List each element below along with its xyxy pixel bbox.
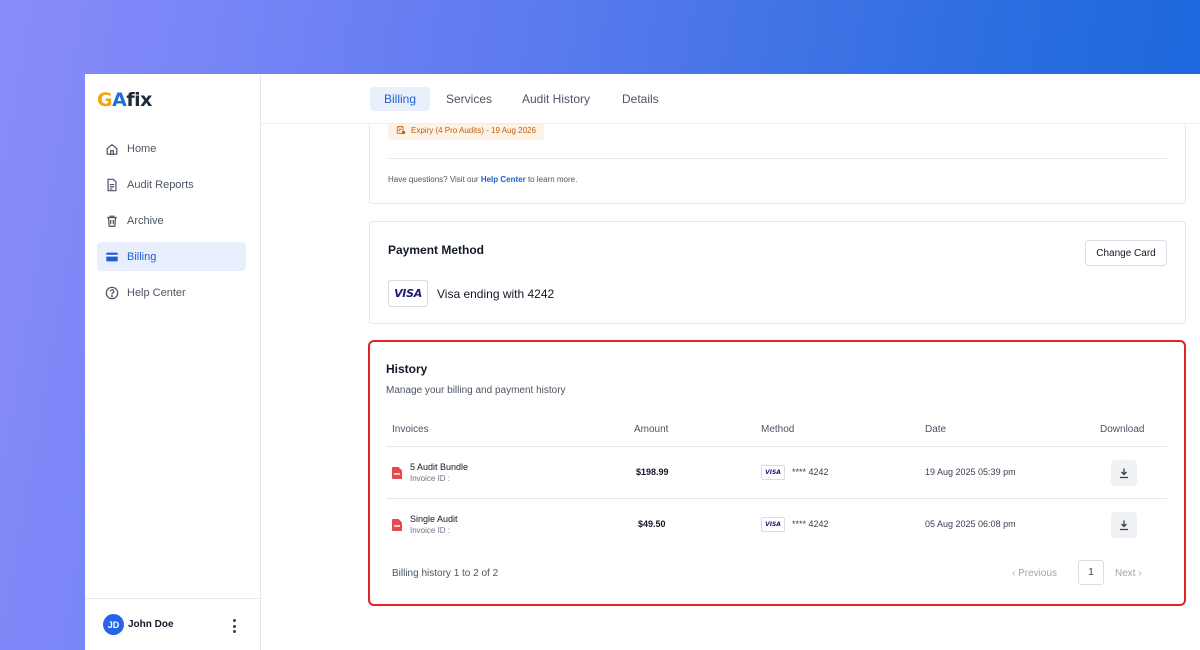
table-header: Invoices Amount Method Date Download <box>386 413 1167 447</box>
invoice-amount: $49.50 <box>638 519 666 529</box>
invoice-date: 05 Aug 2025 06:08 pm <box>925 519 1016 529</box>
page-number-button[interactable]: 1 <box>1078 560 1104 585</box>
sidebar-nav: Home Audit Reports Archive Billing Help … <box>97 134 246 314</box>
sidebar-item-audit-reports[interactable]: Audit Reports <box>97 170 246 199</box>
next-page-button[interactable]: Next › <box>1115 568 1142 579</box>
sidebar-item-label: Billing <box>127 250 157 263</box>
history-card: History Manage your billing and payment … <box>368 340 1186 606</box>
visa-logo-text: VISA <box>765 521 781 528</box>
divider <box>388 158 1167 159</box>
logo-g: G <box>97 89 113 111</box>
tab-audit-history[interactable]: Audit History <box>508 87 604 111</box>
column-header-amount: Amount <box>634 424 669 435</box>
column-header-invoices: Invoices <box>392 424 429 435</box>
invoice-name: Single Audit <box>410 514 458 524</box>
expiry-text: Expiry (4 Pro Audits) - 19 Aug 2026 <box>411 125 536 135</box>
previous-page-button[interactable]: ‹ Previous <box>1012 568 1057 579</box>
sidebar-item-label: Home <box>127 142 157 155</box>
sidebar: GAfix Home Audit Reports Archive Billing… <box>85 74 261 650</box>
logo[interactable]: GAfix <box>97 88 152 112</box>
help-text: Have questions? Visit our Help Center to… <box>388 175 577 184</box>
billing-table: Invoices Amount Method Date Download 5 A… <box>386 413 1167 551</box>
download-button[interactable] <box>1111 512 1137 538</box>
column-header-download: Download <box>1100 424 1145 435</box>
home-icon <box>105 142 119 156</box>
pdf-file-icon <box>392 467 402 479</box>
table-row: Single Audit Invoice ID : $49.50 VISA **… <box>386 499 1167 551</box>
tab-bar: Billing Services Audit History Details <box>261 74 1200 124</box>
payment-method-title: Payment Method <box>388 243 485 257</box>
more-options-icon[interactable] <box>231 619 237 633</box>
sidebar-item-help-center[interactable]: Help Center <box>97 278 246 307</box>
visa-logo: VISA <box>388 280 428 307</box>
help-suffix: to learn more. <box>527 175 578 184</box>
visa-logo-text: VISA <box>765 469 781 476</box>
help-circle-icon <box>105 286 119 300</box>
trash-icon <box>105 214 119 228</box>
logo-a: A <box>112 89 127 111</box>
invoice-date: 19 Aug 2025 05:39 pm <box>925 467 1016 477</box>
visa-logo: VISA <box>761 465 785 480</box>
download-icon <box>1120 468 1128 479</box>
card-label: Visa ending with 4242 <box>437 287 555 301</box>
card-number: **** 4242 <box>792 519 829 529</box>
history-subtitle: Manage your billing and payment history <box>386 385 566 396</box>
pdf-file-icon <box>392 519 402 531</box>
table-row: 5 Audit Bundle Invoice ID : $198.99 VISA… <box>386 447 1167 499</box>
help-prefix: Have questions? Visit our <box>388 175 479 184</box>
invoice-id: Invoice ID : <box>410 474 451 483</box>
main-content: Billing Services Audit History Details E… <box>261 74 1200 650</box>
column-header-method: Method <box>761 424 795 435</box>
sidebar-item-label: Archive <box>127 214 164 227</box>
user-profile: JD John Doe <box>85 598 261 650</box>
invoice-id: Invoice ID : <box>410 526 451 535</box>
sidebar-item-home[interactable]: Home <box>97 134 246 163</box>
payment-method-card: Payment Method Change Card VISA Visa end… <box>369 221 1186 324</box>
visa-logo-text: VISA <box>394 287 422 300</box>
pagination-summary: Billing history 1 to 2 of 2 <box>392 568 499 579</box>
sidebar-item-archive[interactable]: Archive <box>97 206 246 235</box>
sidebar-item-label: Help Center <box>127 286 186 299</box>
visa-logo: VISA <box>761 517 785 532</box>
calendar-alert-icon <box>396 125 406 135</box>
user-name: John Doe <box>128 619 174 630</box>
tab-details[interactable]: Details <box>608 87 673 111</box>
sidebar-item-billing[interactable]: Billing <box>97 242 246 271</box>
invoice-name: 5 Audit Bundle <box>410 462 469 472</box>
tab-billing[interactable]: Billing <box>370 87 431 111</box>
change-card-button[interactable]: Change Card <box>1085 240 1167 266</box>
help-center-link[interactable]: Help Center <box>481 175 526 184</box>
column-header-date: Date <box>925 424 947 435</box>
download-button[interactable] <box>1111 460 1137 486</box>
credit-card-icon <box>105 250 119 264</box>
sidebar-item-label: Audit Reports <box>127 178 194 191</box>
logo-fix: fix <box>126 89 152 111</box>
app-window: GAfix Home Audit Reports Archive Billing… <box>85 74 1200 650</box>
invoice-amount: $198.99 <box>636 467 669 477</box>
download-icon <box>1120 520 1128 531</box>
card-number: **** 4242 <box>792 467 829 477</box>
avatar[interactable]: JD <box>103 614 124 635</box>
history-title: History <box>386 362 428 376</box>
tab-services[interactable]: Services <box>432 87 506 111</box>
document-icon <box>105 178 119 192</box>
